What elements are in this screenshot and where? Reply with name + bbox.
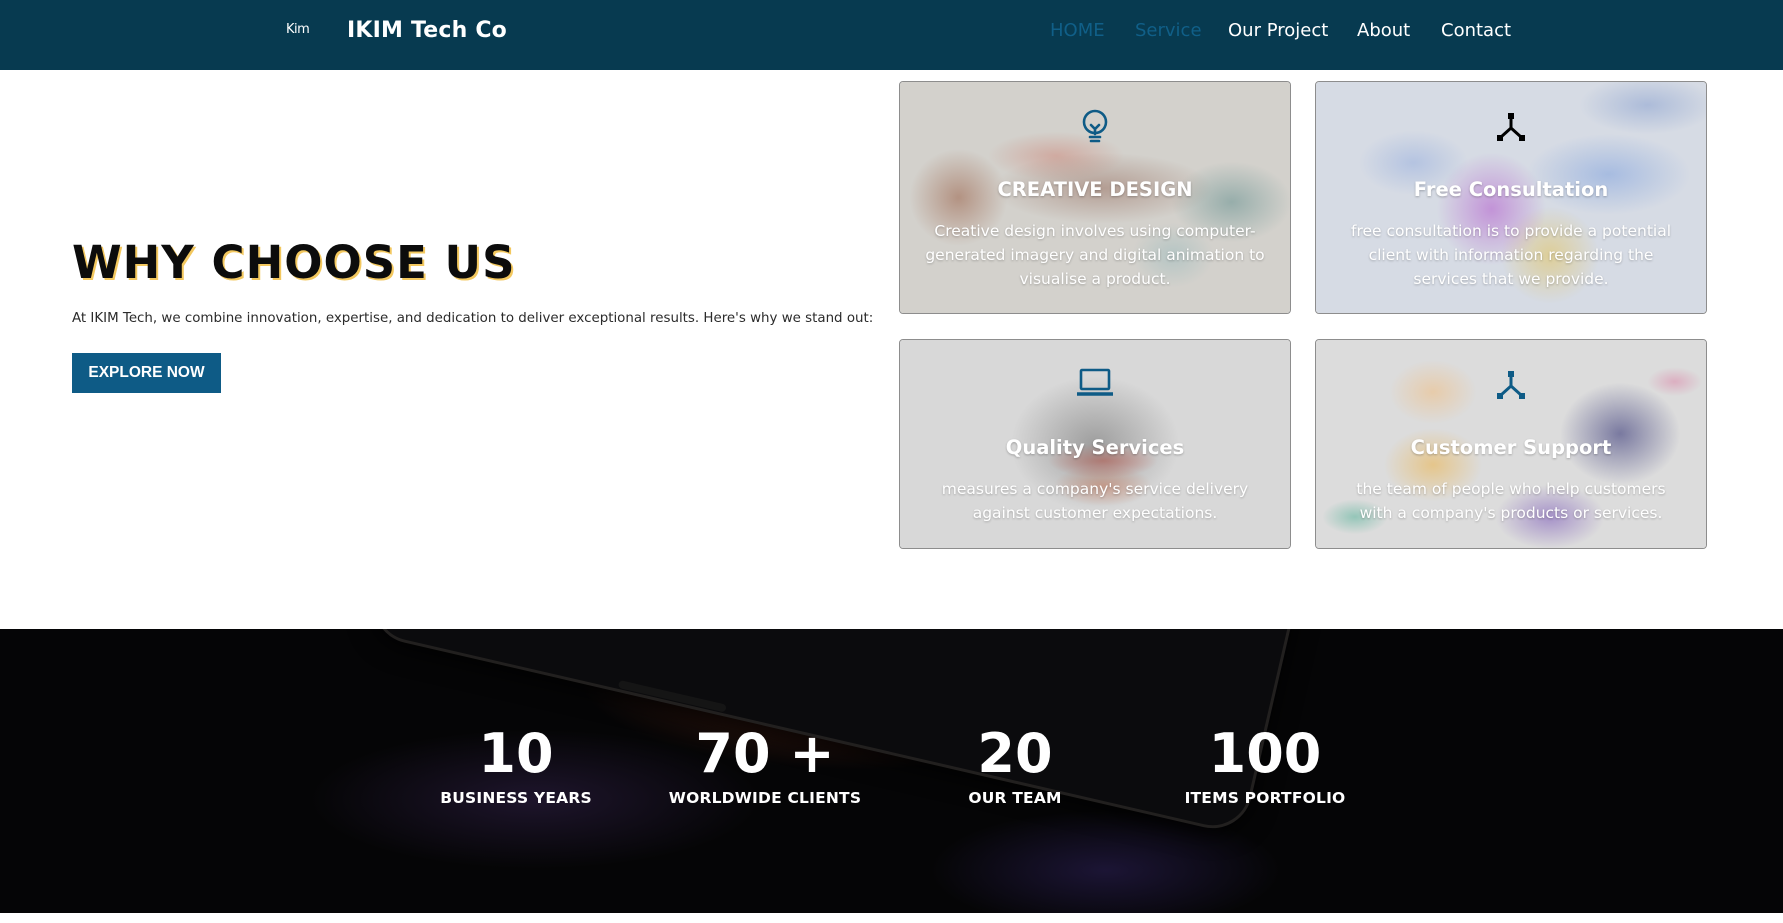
stat-worldwide-clients: 70 + WORLDWIDE CLIENTS xyxy=(655,722,875,808)
service-card-customer-support[interactable]: Customer Support the team of people who … xyxy=(1315,339,1707,549)
stat-label: WORLDWIDE CLIENTS xyxy=(668,789,862,807)
card-text: free consultation is to provide a potent… xyxy=(1350,222,1672,288)
stat-business-years: 10 BUSINESS YEARS xyxy=(406,722,626,808)
card-text: Creative design involves using computer-… xyxy=(925,222,1265,288)
stat-label: BUSINESS YEARS xyxy=(440,789,592,807)
nav-home[interactable]: HOME xyxy=(1050,20,1105,44)
nav-service[interactable]: Service xyxy=(1135,20,1202,44)
service-card-quality-services[interactable]: Quality Services measures a company's se… xyxy=(899,339,1291,549)
service-card-creative-design[interactable]: CREATIVE DESIGN Creative design involves… xyxy=(899,81,1291,314)
hub-icon xyxy=(1316,111,1706,147)
stat-value: 10 xyxy=(478,722,554,785)
card-title: CREATIVE DESIGN xyxy=(997,178,1193,201)
stat-items-portfolio: 100 ITEMS PORTFOLIO xyxy=(1155,722,1375,808)
stats-section: 10 BUSINESS YEARS 70 + WORLDWIDE CLIENTS… xyxy=(0,629,1783,913)
stat-value: 20 xyxy=(977,722,1053,785)
navbar: Kim IKIM Tech Co HOME Service Our Projec… xyxy=(0,0,1783,70)
stat-value: 70 + xyxy=(695,722,835,785)
brand-logo[interactable]: Kim xyxy=(286,22,310,37)
stat-label: OUR TEAM xyxy=(968,789,1062,807)
device-port xyxy=(617,680,727,713)
card-text: the team of people who help customers wi… xyxy=(1356,480,1666,522)
card-title: Free Consultation xyxy=(1413,178,1609,201)
brand-name[interactable]: IKIM Tech Co xyxy=(347,18,507,43)
nav-about[interactable]: About xyxy=(1357,20,1410,44)
nav-our-project[interactable]: Our Project xyxy=(1228,20,1328,44)
card-text: measures a company's service delivery ag… xyxy=(941,480,1249,522)
hero-title: WHY CHOOSE US xyxy=(72,236,516,289)
lightbulb-icon xyxy=(900,109,1290,145)
hub-icon xyxy=(1316,369,1706,405)
stat-value: 100 xyxy=(1208,722,1322,785)
card-title: Customer Support xyxy=(1410,436,1612,459)
explore-now-button[interactable]: EXPLORE NOW xyxy=(72,353,221,393)
stat-our-team: 20 OUR TEAM xyxy=(905,722,1125,808)
stat-label: ITEMS PORTFOLIO xyxy=(1184,789,1346,807)
nav-contact[interactable]: Contact xyxy=(1441,20,1511,44)
hero-description: At IKIM Tech, we combine innovation, exp… xyxy=(72,311,874,326)
card-title: Quality Services xyxy=(1005,436,1185,459)
laptop-icon xyxy=(900,368,1290,404)
service-card-free-consultation[interactable]: Free Consultation free consultation is t… xyxy=(1315,81,1707,314)
